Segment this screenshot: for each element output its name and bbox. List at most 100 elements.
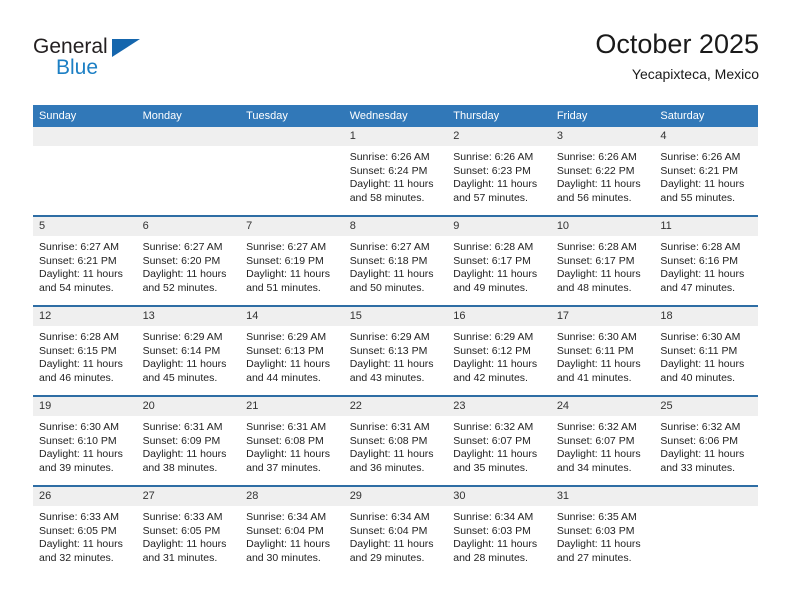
sunset-text: Sunset: 6:07 PM: [453, 434, 531, 447]
calendar-day-cell[interactable]: 9 Sunrise: 6:28 AM Sunset: 6:17 PM Daylight…: [447, 215, 551, 306]
calendar-day-cell[interactable]: 11 Sunrise: 6:28 AM Sunset: 6:16 PM Dayligh…: [654, 215, 758, 306]
daylight-text: Daylight: 11 hours and 30 minutes.: [246, 538, 330, 564]
sunset-text: Sunset: 6:14 PM: [142, 344, 221, 357]
weekday-header-thursday: Thursday: [447, 105, 551, 127]
day-details: Sunrise: 6:35 AM Sunset: 6:03 PM Daylight:…: [551, 506, 655, 565]
calendar-day-cell-empty: [654, 485, 758, 575]
day-number: 15: [343, 307, 448, 326]
calendar-day-cell[interactable]: 23 Sunrise: 6:32 AM Sunset: 6:07 PM Dayligh…: [447, 395, 551, 486]
calendar-day-cell[interactable]: 8 Sunrise: 6:27 AM Sunset: 6:18 PM Daylight…: [343, 215, 448, 306]
sunrise-text: Sunrise: 6:26 AM: [660, 151, 741, 163]
sunset-text: Sunset: 6:04 PM: [246, 524, 324, 537]
sunset-text: Sunset: 6:04 PM: [349, 524, 428, 537]
day-number: 4: [654, 127, 758, 146]
sunset-text: Sunset: 6:05 PM: [142, 524, 221, 537]
calendar-day-cell[interactable]: 29 Sunrise: 6:34 AM Sunset: 6:04 PM Dayligh…: [343, 485, 448, 575]
day-details: Sunrise: 6:29 AM Sunset: 6:13 PM Daylight:…: [344, 326, 448, 385]
daylight-text: Daylight: 11 hours and 34 minutes.: [556, 448, 641, 474]
sunset-text: Sunset: 6:11 PM: [556, 344, 634, 357]
day-number: [240, 127, 344, 146]
sunrise-text: Sunrise: 6:32 AM: [556, 421, 637, 433]
calendar-day-cell[interactable]: 24 Sunrise: 6:32 AM Sunset: 6:07 PM Dayligh…: [550, 395, 655, 486]
sunrise-text: Sunrise: 6:34 AM: [246, 511, 327, 523]
calendar-day-cell[interactable]: 22 Sunrise: 6:31 AM Sunset: 6:08 PM Dayligh…: [343, 395, 448, 486]
calendar-day-cell[interactable]: 12 Sunrise: 6:28 AM Sunset: 6:15 PM Dayligh…: [33, 305, 137, 396]
sunrise-text: Sunrise: 6:34 AM: [349, 511, 430, 523]
calendar-day-cell[interactable]: 31 Sunrise: 6:35 AM Sunset: 6:03 PM Dayligh…: [550, 485, 655, 575]
sunset-text: Sunset: 6:07 PM: [556, 434, 635, 447]
calendar-day-cell[interactable]: 18 Sunrise: 6:30 AM Sunset: 6:11 PM Dayligh…: [654, 305, 758, 396]
sunrise-text: Sunrise: 6:28 AM: [660, 241, 741, 253]
day-number: 7: [240, 217, 344, 236]
sunset-text: Sunset: 6:22 PM: [556, 164, 635, 177]
sunset-text: Sunset: 6:12 PM: [453, 344, 531, 357]
calendar-day-cell[interactable]: 16 Sunrise: 6:29 AM Sunset: 6:12 PM Dayligh…: [447, 305, 551, 396]
sunrise-text: Sunrise: 6:27 AM: [349, 241, 430, 253]
sunset-text: Sunset: 6:23 PM: [453, 164, 531, 177]
day-number: 18: [654, 307, 758, 326]
sunrise-text: Sunrise: 6:32 AM: [660, 421, 741, 433]
sunset-text: Sunset: 6:17 PM: [556, 254, 635, 267]
calendar-day-cell[interactable]: 15 Sunrise: 6:29 AM Sunset: 6:13 PM Dayligh…: [343, 305, 448, 396]
sunset-text: Sunset: 6:03 PM: [453, 524, 531, 537]
calendar-day-cell[interactable]: 3 Sunrise: 6:26 AM Sunset: 6:22 PM Daylight…: [550, 127, 655, 216]
day-number: 8: [343, 217, 448, 236]
day-details: Sunrise: 6:26 AM Sunset: 6:21 PM Daylight:…: [654, 146, 758, 205]
day-number: [136, 127, 241, 146]
sunrise-text: Sunrise: 6:31 AM: [142, 421, 223, 433]
calendar-day-cell[interactable]: 2 Sunrise: 6:26 AM Sunset: 6:23 PM Daylight…: [447, 127, 551, 216]
day-details: Sunrise: 6:31 AM Sunset: 6:08 PM Daylight:…: [240, 416, 344, 475]
day-number: 17: [550, 307, 655, 326]
sunrise-text: Sunrise: 6:29 AM: [453, 331, 534, 343]
sunrise-text: Sunrise: 6:29 AM: [349, 331, 430, 343]
day-details: Sunrise: 6:32 AM Sunset: 6:07 PM Daylight:…: [551, 416, 655, 475]
calendar-day-cell[interactable]: 7 Sunrise: 6:27 AM Sunset: 6:19 PM Daylight…: [240, 215, 344, 306]
sunrise-text: Sunrise: 6:28 AM: [556, 241, 637, 253]
sunset-text: Sunset: 6:18 PM: [349, 254, 428, 267]
sunrise-text: Sunrise: 6:26 AM: [349, 151, 430, 163]
calendar-day-cell[interactable]: 1 Sunrise: 6:26 AM Sunset: 6:24 PM Daylight…: [343, 127, 448, 216]
calendar-day-cell[interactable]: 21 Sunrise: 6:31 AM Sunset: 6:08 PM Dayligh…: [240, 395, 344, 486]
day-details: Sunrise: 6:33 AM Sunset: 6:05 PM Daylight:…: [137, 506, 241, 565]
calendar-day-cell[interactable]: 14 Sunrise: 6:29 AM Sunset: 6:13 PM Dayligh…: [240, 305, 344, 396]
sunset-text: Sunset: 6:06 PM: [660, 434, 739, 447]
sunrise-text: Sunrise: 6:27 AM: [246, 241, 327, 253]
calendar-day-cell[interactable]: 28 Sunrise: 6:34 AM Sunset: 6:04 PM Dayligh…: [240, 485, 344, 575]
day-number: 1: [343, 127, 448, 146]
calendar-day-cell[interactable]: 5 Sunrise: 6:27 AM Sunset: 6:21 PM Daylight…: [33, 215, 137, 306]
day-number: 14: [240, 307, 344, 326]
masthead: General Blue October 2025 Yecapixteca, M…: [33, 28, 759, 98]
day-number: 13: [136, 307, 241, 326]
general-blue-logo[interactable]: General Blue: [33, 36, 233, 92]
sunset-text: Sunset: 6:10 PM: [39, 434, 117, 447]
calendar-day-cell[interactable]: 13 Sunrise: 6:29 AM Sunset: 6:14 PM Dayligh…: [136, 305, 241, 396]
calendar-week-row: 12 Sunrise: 6:28 AM Sunset: 6:15 PM Dayligh…: [33, 305, 758, 396]
calendar-day-cell[interactable]: 25 Sunrise: 6:32 AM Sunset: 6:06 PM Dayligh…: [654, 395, 758, 486]
daylight-text: Daylight: 11 hours and 39 minutes.: [39, 448, 123, 474]
calendar-day-cell[interactable]: 19 Sunrise: 6:30 AM Sunset: 6:10 PM Dayligh…: [33, 395, 137, 486]
day-details: Sunrise: 6:32 AM Sunset: 6:06 PM Daylight:…: [654, 416, 758, 475]
day-number: 9: [447, 217, 551, 236]
weekday-header-friday: Friday: [550, 105, 655, 127]
daylight-text: Daylight: 11 hours and 52 minutes.: [142, 268, 227, 294]
day-details: Sunrise: 6:34 AM Sunset: 6:04 PM Daylight:…: [240, 506, 344, 565]
calendar-day-cell[interactable]: 4 Sunrise: 6:26 AM Sunset: 6:21 PM Daylight…: [654, 127, 758, 216]
day-number: 29: [343, 487, 448, 506]
daylight-text: Daylight: 11 hours and 56 minutes.: [556, 178, 641, 204]
daylight-text: Daylight: 11 hours and 46 minutes.: [39, 358, 123, 384]
weekday-header-wednesday: Wednesday: [343, 105, 448, 127]
calendar-day-cell[interactable]: 6 Sunrise: 6:27 AM Sunset: 6:20 PM Daylight…: [136, 215, 241, 306]
logo-text-blue: Blue: [56, 56, 99, 79]
calendar-day-cell[interactable]: 20 Sunrise: 6:31 AM Sunset: 6:09 PM Dayligh…: [136, 395, 241, 486]
day-number: 31: [550, 487, 655, 506]
day-details: Sunrise: 6:26 AM Sunset: 6:22 PM Daylight:…: [551, 146, 655, 205]
calendar-day-cell[interactable]: 30 Sunrise: 6:34 AM Sunset: 6:03 PM Dayligh…: [447, 485, 551, 575]
calendar-day-cell[interactable]: 10 Sunrise: 6:28 AM Sunset: 6:17 PM Dayligh…: [550, 215, 655, 306]
sunrise-text: Sunrise: 6:29 AM: [246, 331, 327, 343]
sunrise-text: Sunrise: 6:35 AM: [556, 511, 637, 523]
calendar-day-cell[interactable]: 27 Sunrise: 6:33 AM Sunset: 6:05 PM Dayligh…: [136, 485, 241, 575]
calendar-day-cell[interactable]: 26 Sunrise: 6:33 AM Sunset: 6:05 PM Dayligh…: [33, 485, 137, 575]
daylight-text: Daylight: 11 hours and 48 minutes.: [556, 268, 641, 294]
calendar-day-cell[interactable]: 17 Sunrise: 6:30 AM Sunset: 6:11 PM Dayligh…: [550, 305, 655, 396]
day-details: Sunrise: 6:27 AM Sunset: 6:19 PM Daylight:…: [240, 236, 344, 295]
